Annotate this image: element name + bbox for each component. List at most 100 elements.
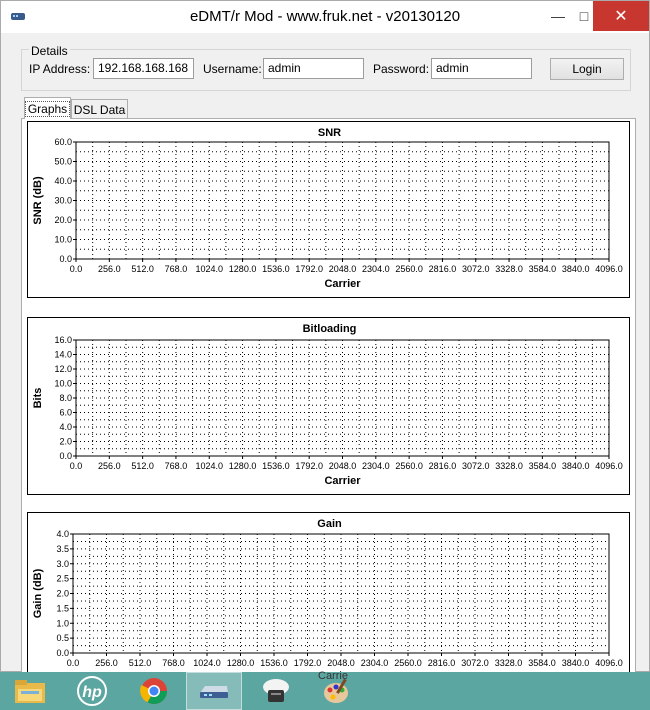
- x-tick-label: 3328.0: [495, 658, 523, 668]
- x-tick-label: 768.0: [165, 264, 188, 274]
- network-router-icon[interactable]: [186, 672, 242, 710]
- chart-title: Gain: [317, 518, 342, 530]
- hp-icon[interactable]: hp: [64, 672, 120, 710]
- x-tick-label: 4096.0: [595, 658, 623, 668]
- y-tick-label: 20.0: [54, 215, 72, 225]
- y-tick-label: 2.0: [59, 437, 72, 447]
- login-button[interactable]: Login: [550, 58, 624, 80]
- y-tick-label: 3.0: [56, 559, 69, 569]
- graphs-tab-page: SNR 0.0 256.0 512.0 768.0 1024.0 1280.0 1536.0 1…: [21, 118, 636, 684]
- x-tick-label: 256.0: [98, 461, 121, 471]
- x-tick-label: 1792.0: [295, 461, 323, 471]
- x-tick-label: 2304.0: [361, 658, 389, 668]
- x-tick-label: 512.0: [131, 264, 154, 274]
- x-tick-label: 2048.0: [329, 461, 357, 471]
- password-field[interactable]: admin: [431, 58, 532, 79]
- x-tick-label: 1024.0: [195, 264, 223, 274]
- bitloading-chart-panel: Bitloading 0.0 256.0 512.0 768.0 1024.0 1280.0…: [27, 317, 630, 495]
- x-tick-label: 4096.0: [595, 461, 623, 471]
- x-tick-label: 1024.0: [195, 461, 223, 471]
- ip-address-field[interactable]: 192.168.168.168: [93, 58, 194, 79]
- x-tick-label: 2304.0: [362, 264, 390, 274]
- x-tick-label: 3328.0: [495, 264, 523, 274]
- x-axis-label: Carrier: [324, 278, 361, 290]
- y-tick-label: 50.0: [54, 157, 72, 167]
- username-label: Username:: [203, 62, 262, 76]
- gain-chart-panel: Gain 0.0 256.0 512.0 768.0 1024.0 1280.0 1536.0…: [27, 512, 630, 684]
- x-tick-label: 2048.0: [327, 658, 355, 668]
- file-explorer-icon[interactable]: [2, 672, 58, 710]
- x-tick-label: 1280.0: [229, 461, 257, 471]
- x-tick-label: 512.0: [129, 658, 152, 668]
- x-tick-label: 3072.0: [462, 264, 490, 274]
- tab-dsl-data-label: DSL Data: [73, 102, 126, 117]
- y-tick-label: 6.0: [59, 408, 72, 418]
- x-tick-label: 0.0: [67, 658, 80, 668]
- y-tick-label: 10.0: [54, 235, 72, 245]
- details-legend: Details: [29, 44, 70, 58]
- y-tick-label: 4.0: [59, 422, 72, 432]
- snr-chart: SNR 0.0 256.0 512.0 768.0 1024.0 1280.0 1536.0 1…: [32, 127, 623, 290]
- x-tick-label: 768.0: [162, 658, 185, 668]
- username-field[interactable]: admin: [263, 58, 364, 79]
- chart-title: Bitloading: [303, 323, 357, 335]
- x-tick-label: 2816.0: [429, 461, 457, 471]
- y-tick-label: 1.0: [56, 618, 69, 628]
- gain-chart: Gain 0.0 256.0 512.0 768.0 1024.0 1280.0 1536.0…: [32, 518, 623, 684]
- hp-icon-text: hp: [82, 684, 102, 701]
- y-tick-label: 10.0: [54, 379, 72, 389]
- x-tick-label: 3840.0: [562, 658, 590, 668]
- x-tick-label: 3072.0: [462, 461, 490, 471]
- y-axis-label: Bits: [32, 388, 44, 409]
- x-tick-label: 2560.0: [394, 658, 422, 668]
- y-tick-label: 0.0: [59, 254, 72, 264]
- x-tick-label: 1536.0: [262, 461, 290, 471]
- y-tick-label: 30.0: [54, 196, 72, 206]
- y-tick-label: 16.0: [54, 335, 72, 345]
- plot-area: [75, 141, 610, 260]
- y-tick-label: 4.0: [56, 529, 69, 539]
- tab-graphs[interactable]: Graphs: [24, 97, 71, 119]
- x-tick-label: 3584.0: [529, 264, 557, 274]
- plot-area: [75, 339, 610, 457]
- y-axis-label: SNR (dB): [32, 176, 44, 225]
- y-axis-label: Gain (dB): [32, 568, 44, 618]
- x-tick-label: 3072.0: [461, 658, 489, 668]
- y-tick-label: 0.0: [56, 648, 69, 658]
- x-tick-label: 3584.0: [528, 658, 556, 668]
- x-tick-label: 1280.0: [227, 658, 255, 668]
- y-tick-label: 1.5: [56, 603, 69, 613]
- snr-chart-panel: SNR 0.0 256.0 512.0 768.0 1024.0 1280.0 1536.0 1…: [27, 121, 630, 298]
- password-label: Password:: [373, 62, 430, 76]
- x-tick-label: 1536.0: [262, 264, 290, 274]
- app-window: eDMT/r Mod - www.fruk.net - v20130120 — …: [0, 0, 650, 684]
- x-tick-label: 4096.0: [595, 264, 623, 274]
- cloud-drive-icon[interactable]: [248, 672, 304, 710]
- drag-ghost-label: Carrie: [318, 670, 348, 682]
- x-tick-label: 2816.0: [428, 658, 456, 668]
- y-tick-label: 8.0: [59, 393, 72, 403]
- y-tick-label: 14.0: [54, 350, 72, 360]
- tab-dsl-data[interactable]: DSL Data: [71, 99, 128, 119]
- x-tick-label: 0.0: [70, 264, 83, 274]
- x-tick-label: 0.0: [70, 461, 83, 471]
- title-bar[interactable]: eDMT/r Mod - www.fruk.net - v20130120 — …: [1, 1, 649, 33]
- x-tick-label: 512.0: [131, 461, 154, 471]
- close-button[interactable]: ✕: [593, 1, 649, 31]
- x-tick-label: 3840.0: [562, 461, 590, 471]
- y-tick-label: 60.0: [54, 137, 72, 147]
- x-tick-label: 1536.0: [260, 658, 288, 668]
- x-tick-label: 3328.0: [495, 461, 523, 471]
- ip-address-label: IP Address:: [29, 62, 91, 76]
- x-tick-label: 1792.0: [294, 658, 322, 668]
- x-tick-label: 3840.0: [562, 264, 590, 274]
- x-tick-label: 256.0: [95, 658, 118, 668]
- chrome-icon[interactable]: [126, 672, 182, 710]
- x-tick-label: 1280.0: [229, 264, 257, 274]
- x-tick-label: 2048.0: [329, 264, 357, 274]
- x-tick-label: 768.0: [165, 461, 188, 471]
- x-tick-label: 3584.0: [529, 461, 557, 471]
- y-tick-label: 2.0: [56, 589, 69, 599]
- x-tick-label: 2816.0: [429, 264, 457, 274]
- x-tick-label: 2560.0: [395, 264, 423, 274]
